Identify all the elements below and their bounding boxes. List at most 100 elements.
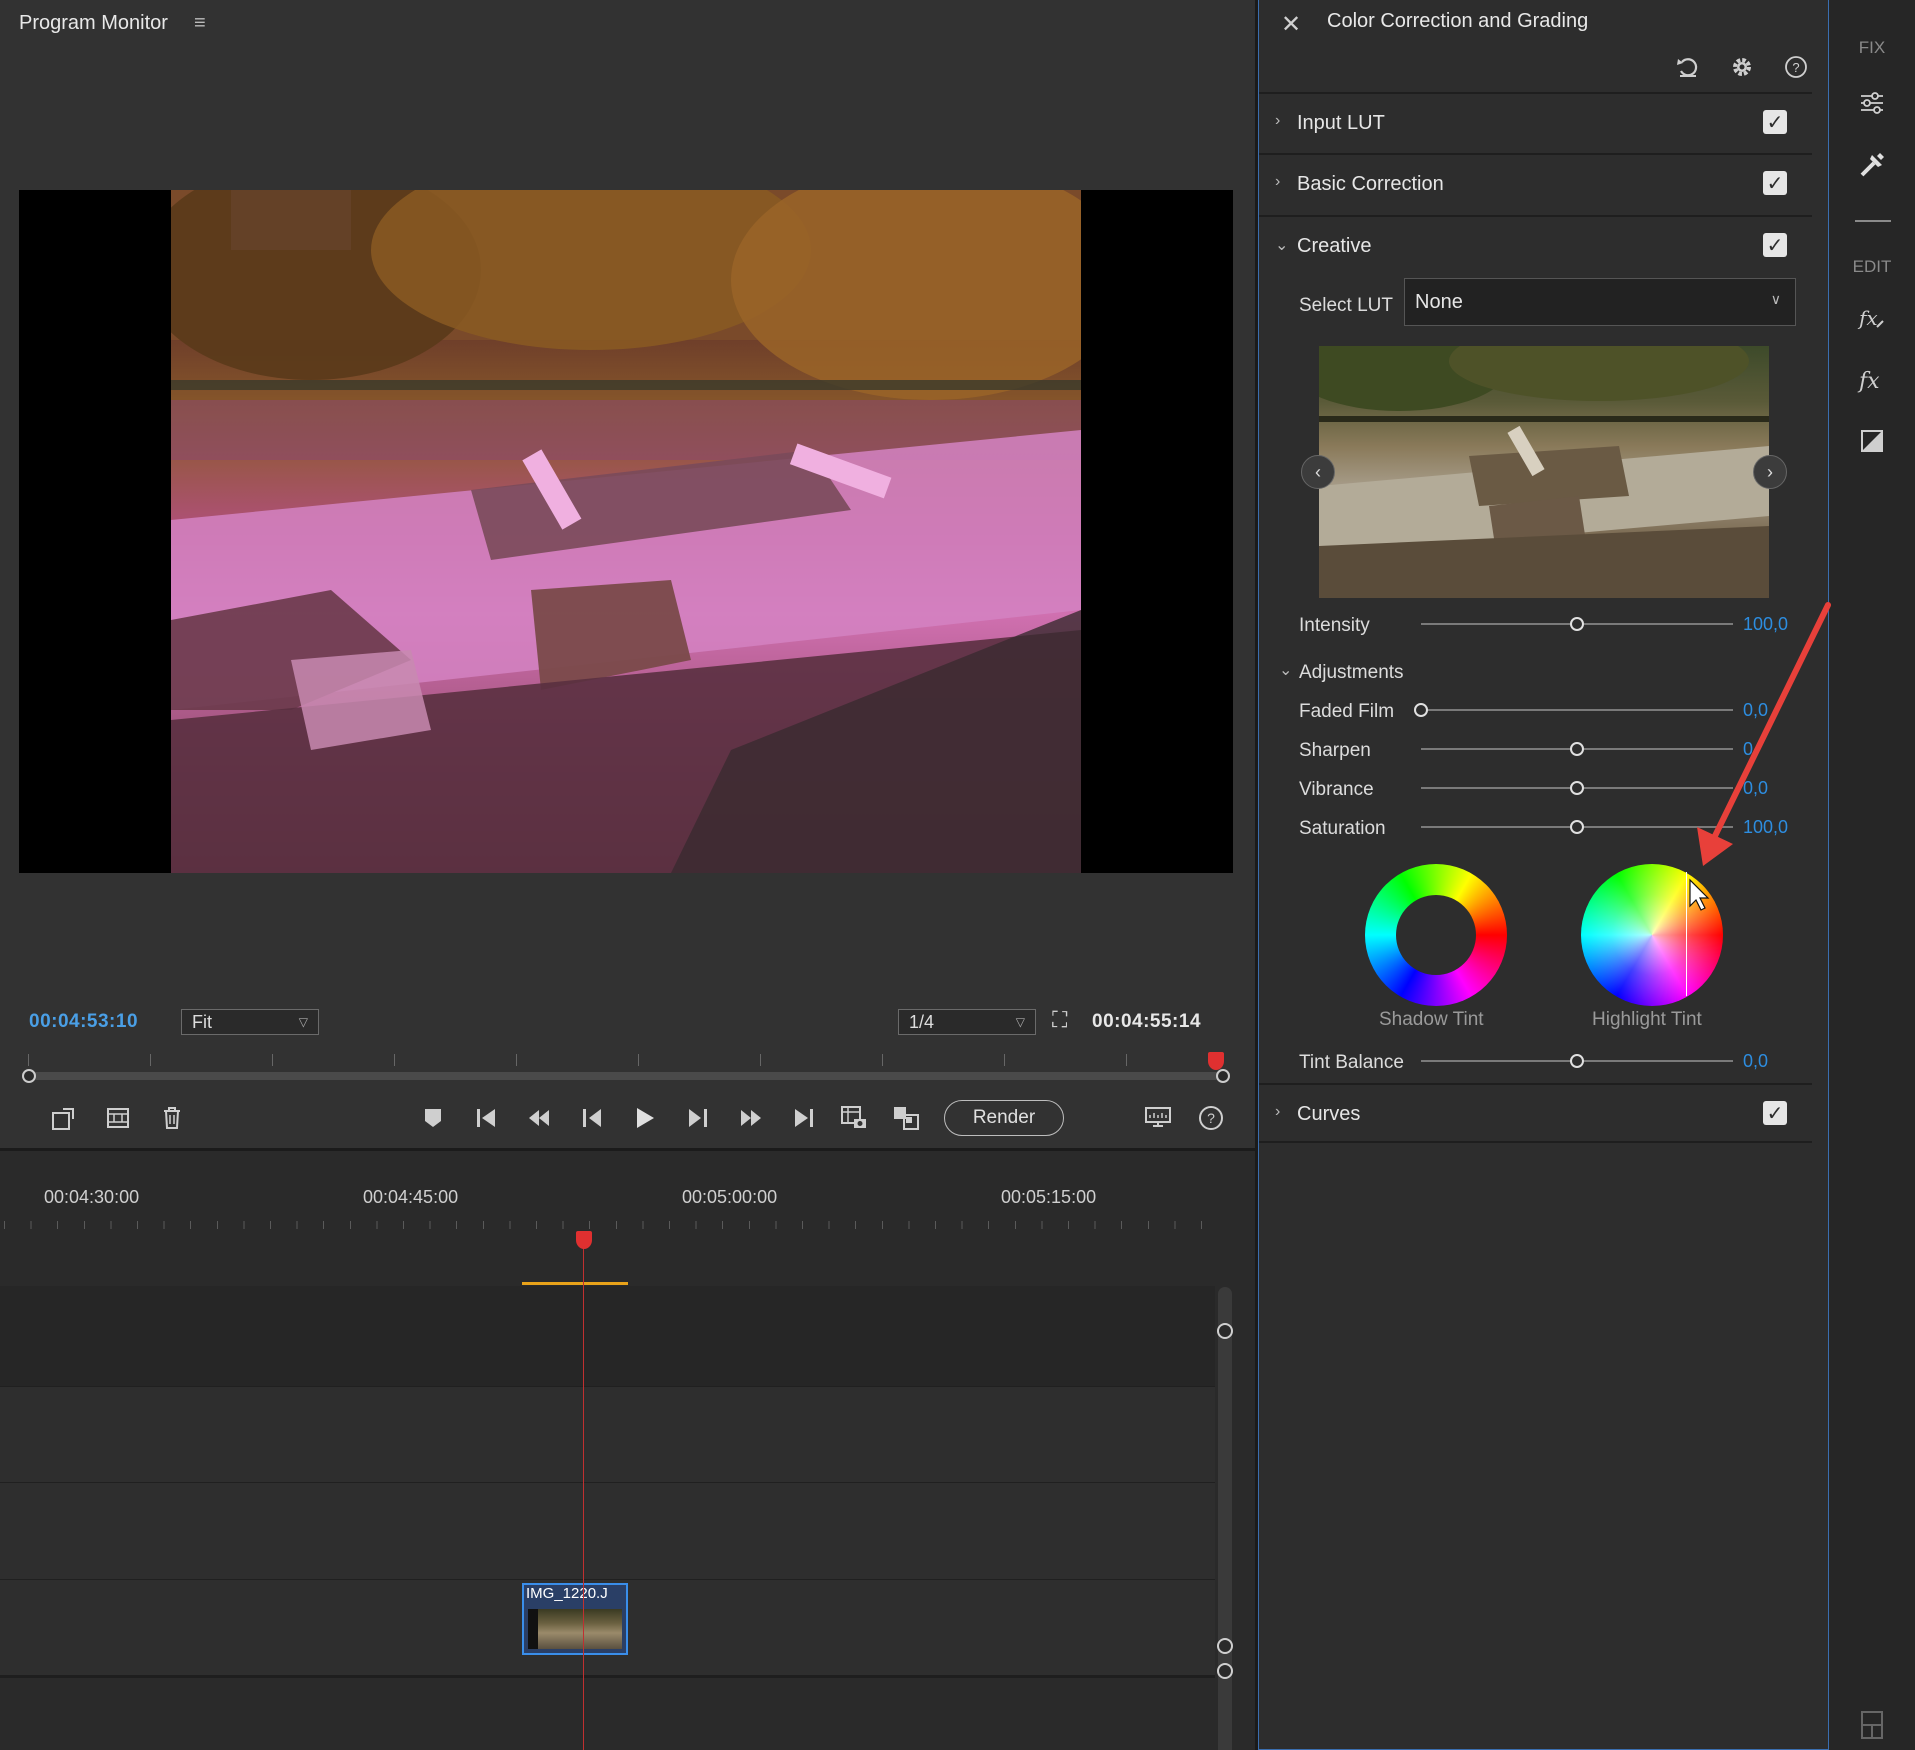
chevron-down-icon[interactable]: ⌄ [1279,660,1292,680]
slider-thumb[interactable] [1414,703,1428,717]
current-timecode[interactable]: 00:04:53:10 [29,1011,138,1033]
lut-prev-arrow-icon[interactable]: ‹ [1301,455,1335,489]
edit-label: EDIT [1852,257,1892,276]
timeline-ruler[interactable]: 00:04:30:00 00:04:45:00 00:05:00:00 00:0… [0,1179,1220,1235]
sidebar-divider [1855,220,1891,222]
effects-icon[interactable]: fx [1853,362,1891,400]
timeline-track[interactable] [0,1386,1215,1482]
scrollbar-handle[interactable] [1217,1663,1233,1679]
saturation-slider[interactable] [1421,817,1733,837]
ruler-label: 00:04:30:00 [44,1187,140,1207]
timeline-track[interactable] [0,1286,1215,1386]
faded-film-value[interactable]: 0,0 [1743,700,1768,721]
curves-checkbox[interactable]: ✓ [1763,1101,1787,1125]
zoom-fit-dropdown[interactable]: Fit ▽ [181,1009,319,1035]
slider-thumb[interactable] [1570,1054,1584,1068]
slider-thumb[interactable] [1570,781,1584,795]
scrollbar-top-handle[interactable] [1217,1323,1233,1339]
timeline-track[interactable] [0,1675,1215,1750]
frame-forward-icon[interactable] [678,1096,718,1140]
tint-balance-slider[interactable] [1421,1051,1733,1071]
step-forward-icon[interactable] [731,1096,771,1140]
resolution-dropdown[interactable]: 1/4 ▽ [898,1009,1036,1035]
video-scene-image [171,190,1081,873]
select-lut-dropdown[interactable]: None ∨ [1404,278,1796,326]
monitor-timecode-row: 00:04:53:10 Fit ▽ 1/4 ▽ ⛶ 00:04:55:14 [0,1005,1255,1039]
svg-text:fx: fx [1857,306,1878,330]
section-curves[interactable]: › Curves ✓ [1259,1083,1812,1143]
frame-back-icon[interactable] [572,1096,612,1140]
fix-label: FIX [1858,38,1886,57]
panel-layout-icon[interactable] [1853,1706,1891,1744]
color-correction-panel: ✕ Color Correction and Grading ? › Input… [1258,0,1829,1750]
video-viewport[interactable] [19,190,1233,873]
lut-next-arrow-icon[interactable]: › [1753,455,1787,489]
timeline-vertical-scrollbar[interactable] [1218,1287,1232,1750]
storyboard-icon[interactable] [98,1096,138,1140]
transitions-icon[interactable] [1853,422,1891,460]
slider-thumb[interactable] [1570,617,1584,631]
timeline-clip[interactable]: IMG_1220.J [522,1583,628,1655]
section-basic-correction[interactable]: › Basic Correction ✓ [1259,153,1812,213]
scrubber-out-handle[interactable] [1216,1069,1230,1083]
vibrance-slider[interactable] [1421,778,1733,798]
section-creative[interactable]: ⌄ Creative ✓ [1259,215,1812,275]
tools-icon[interactable] [1853,146,1891,184]
help-icon[interactable]: ? [1191,1096,1231,1140]
step-back-icon[interactable] [519,1096,559,1140]
sharpen-value[interactable]: 0 [1743,739,1753,760]
chevron-down-icon: ∨ [1770,291,1781,307]
shadow-tint-wheel[interactable] [1365,864,1507,1006]
go-to-out-icon[interactable] [784,1096,824,1140]
export-frame-icon[interactable] [44,1096,84,1140]
section-input-lut[interactable]: › Input LUT ✓ [1259,92,1812,152]
scrubber-in-handle[interactable] [22,1069,36,1083]
safe-margins-icon[interactable]: ⛶ [1052,1007,1067,1033]
lut-preview-thumbnail[interactable] [1319,346,1769,598]
render-button[interactable]: Render [944,1100,1064,1136]
fx-controls-icon[interactable]: fx [1853,300,1891,338]
ruler-label: 00:04:45:00 [363,1187,459,1207]
reset-icon[interactable] [1673,52,1703,82]
capture-frame-icon[interactable] [834,1096,874,1140]
chevron-right-icon: › [1275,112,1281,129]
adjustments-title[interactable]: Adjustments [1299,662,1404,684]
close-icon[interactable]: ✕ [1281,10,1301,39]
sharpen-slider[interactable] [1421,739,1733,759]
monitor-scrubber[interactable] [22,1052,1230,1083]
saturation-value[interactable]: 100,0 [1743,817,1788,838]
basic-correction-checkbox[interactable]: ✓ [1763,171,1787,195]
delete-icon[interactable] [152,1096,192,1140]
slider-thumb[interactable] [1570,742,1584,756]
creative-checkbox[interactable]: ✓ [1763,233,1787,257]
tint-balance-value[interactable]: 0,0 [1743,1051,1768,1072]
work-area-bar[interactable] [522,1282,628,1285]
marker-icon[interactable] [413,1096,453,1140]
faded-film-slider[interactable] [1414,700,1733,720]
hamburger-icon[interactable]: ≡ [194,12,206,35]
help-icon[interactable]: ? [1781,52,1811,82]
adjust-sliders-icon[interactable] [1853,84,1891,122]
intensity-value[interactable]: 100,0 [1743,614,1788,635]
section-title: Creative [1297,235,1372,257]
go-to-in-icon[interactable] [466,1096,506,1140]
highlight-tint-wheel[interactable] [1581,864,1723,1006]
intensity-slider[interactable] [1421,614,1733,634]
slider-track [1421,709,1733,711]
scrollbar-bottom-handle[interactable] [1217,1638,1233,1654]
chevron-right-icon: › [1275,173,1281,190]
ruler-ticks [4,1221,1204,1229]
gear-icon[interactable] [1727,52,1757,82]
timeline-track[interactable] [0,1482,1215,1579]
section-title: Basic Correction [1297,173,1444,195]
scrubber-track[interactable] [28,1072,1224,1080]
play-icon[interactable] [625,1096,665,1140]
monitor-playhead[interactable] [1208,1052,1224,1070]
timeline-playhead[interactable] [576,1231,592,1249]
overwrite-icon[interactable] [886,1096,926,1140]
slider-thumb[interactable] [1570,820,1584,834]
timeline-playhead-line [583,1247,584,1750]
vibrance-value[interactable]: 0,0 [1743,778,1768,799]
monitor-settings-icon[interactable] [1138,1096,1178,1140]
input-lut-checkbox[interactable]: ✓ [1763,110,1787,134]
